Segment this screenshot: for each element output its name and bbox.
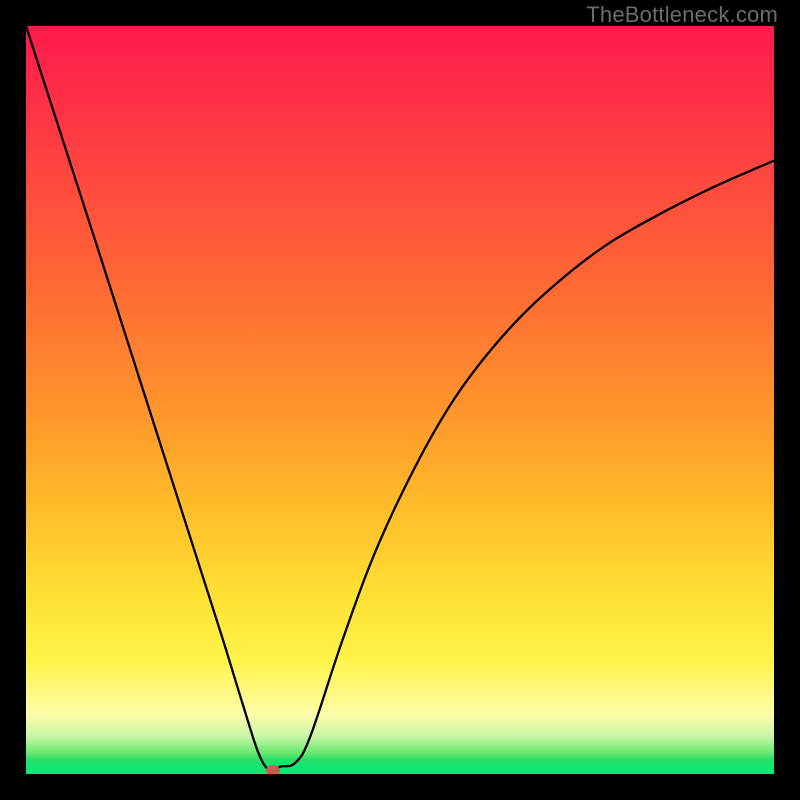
- curve-svg: [26, 26, 774, 774]
- min-marker: [266, 765, 280, 774]
- bottleneck-curve: [26, 26, 774, 770]
- plot-area: [26, 26, 774, 774]
- watermark-text: TheBottleneck.com: [586, 2, 778, 28]
- chart-frame: TheBottleneck.com: [0, 0, 800, 800]
